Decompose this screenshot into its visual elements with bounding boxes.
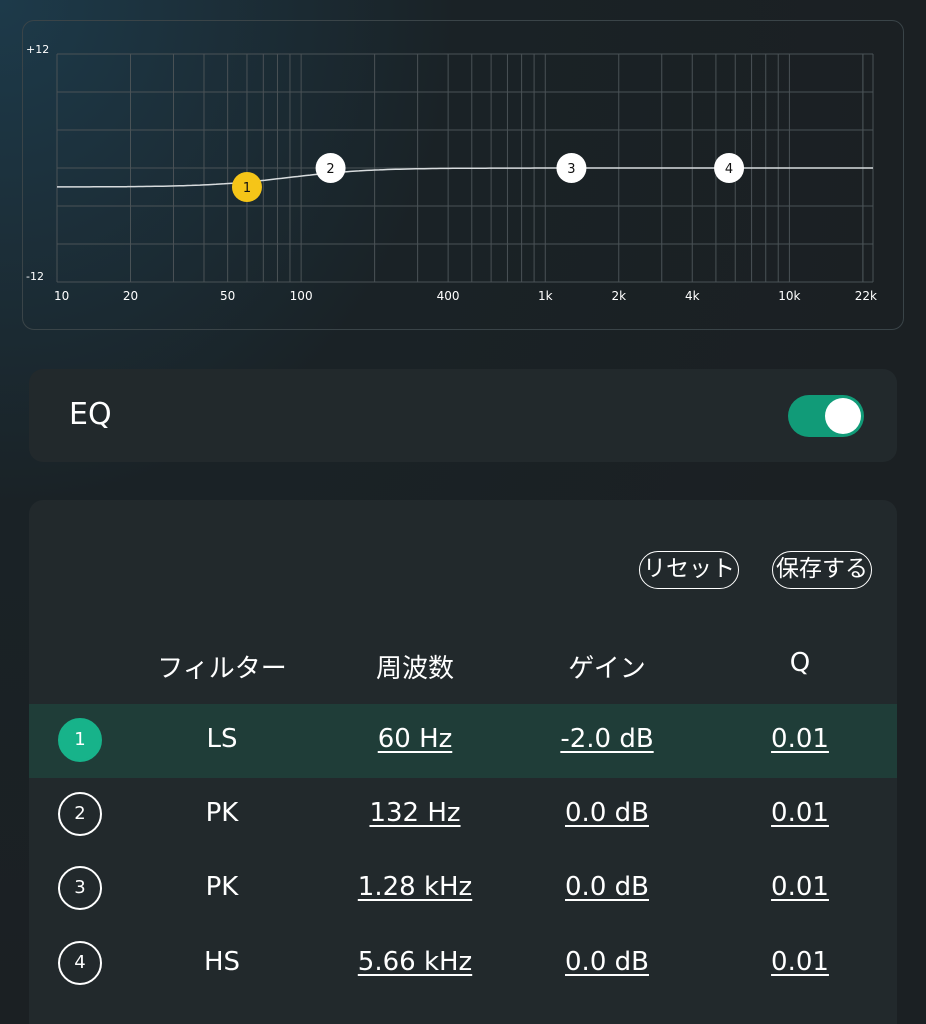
table-row[interactable]: 1 LS 60 Hz -2.0 dB 0.01 bbox=[29, 704, 897, 778]
eq-label: EQ bbox=[69, 397, 112, 432]
x-tick-label: 20 bbox=[123, 289, 138, 303]
filter-type[interactable]: PK bbox=[206, 798, 239, 828]
band-badge[interactable]: 3 bbox=[58, 866, 102, 910]
frequency-value[interactable]: 5.66 kHz bbox=[358, 947, 472, 977]
band-node-label[interactable]: 3 bbox=[567, 162, 575, 177]
band-node-label[interactable]: 4 bbox=[725, 162, 733, 177]
header-filter: フィルター bbox=[157, 654, 287, 684]
eq-graph[interactable]: +12 -12 10 20 50 100 400 1k 2k 4k 10k 22k 1 2 3 4 bbox=[22, 20, 904, 330]
filter-type[interactable]: HS bbox=[204, 947, 240, 977]
band-node-label[interactable]: 1 bbox=[243, 181, 251, 196]
table-row[interactable]: 2 PK 132 Hz 0.0 dB 0.01 bbox=[29, 778, 897, 852]
header-gain: ゲイン bbox=[568, 654, 646, 684]
gain-value[interactable]: -2.0 dB bbox=[560, 724, 653, 754]
table-row[interactable]: 4 HS 5.66 kHz 0.0 dB 0.01 bbox=[29, 927, 897, 1001]
x-tick-label: 4k bbox=[685, 289, 700, 303]
header-frequency: 周波数 bbox=[375, 654, 455, 684]
band-badge[interactable]: 1 bbox=[58, 718, 102, 762]
eq-card: EQ bbox=[29, 369, 897, 462]
frequency-value[interactable]: 60 Hz bbox=[378, 724, 453, 754]
x-tick-label: 10k bbox=[778, 289, 800, 303]
eq-graph-canvas[interactable]: +12 -12 10 20 50 100 400 1k 2k 4k 10k 22k 1 2 3 4 bbox=[23, 21, 905, 331]
filter-type[interactable]: LS bbox=[207, 724, 238, 754]
q-value[interactable]: 0.01 bbox=[771, 947, 829, 977]
reset-button[interactable]: リセット bbox=[639, 551, 739, 589]
x-tick-label: 100 bbox=[290, 289, 313, 303]
y-max-label: +12 bbox=[26, 43, 49, 56]
band-node-label[interactable]: 2 bbox=[326, 162, 334, 177]
response-curve bbox=[57, 167, 873, 188]
q-value[interactable]: 0.01 bbox=[771, 872, 829, 902]
q-value[interactable]: 0.01 bbox=[771, 724, 829, 754]
header-q: Q bbox=[789, 648, 811, 678]
gain-value[interactable]: 0.0 dB bbox=[565, 798, 649, 828]
save-button[interactable]: 保存する bbox=[772, 551, 872, 589]
band-badge[interactable]: 4 bbox=[58, 941, 102, 985]
band-badge[interactable]: 2 bbox=[58, 792, 102, 836]
filter-type[interactable]: PK bbox=[206, 872, 239, 902]
frequency-value[interactable]: 132 Hz bbox=[369, 798, 460, 828]
eq-toggle[interactable] bbox=[788, 395, 864, 437]
filter-card: リセット 保存する フィルター 周波数 ゲイン Q 1 LS 60 Hz -2.… bbox=[29, 500, 897, 1024]
table-row[interactable]: 3 PK 1.28 kHz 0.0 dB 0.01 bbox=[29, 852, 897, 926]
gain-value[interactable]: 0.0 dB bbox=[565, 947, 649, 977]
gain-value[interactable]: 0.0 dB bbox=[565, 872, 649, 902]
q-value[interactable]: 0.01 bbox=[771, 798, 829, 828]
x-tick-label: 2k bbox=[611, 289, 626, 303]
y-min-label: -12 bbox=[26, 270, 44, 283]
x-tick-label: 22k bbox=[855, 289, 877, 303]
x-tick-label: 10 bbox=[54, 289, 69, 303]
x-tick-label: 400 bbox=[437, 289, 460, 303]
frequency-value[interactable]: 1.28 kHz bbox=[358, 872, 472, 902]
eq-toggle-knob[interactable] bbox=[825, 398, 861, 434]
x-tick-label: 1k bbox=[538, 289, 553, 303]
x-tick-label: 50 bbox=[220, 289, 235, 303]
